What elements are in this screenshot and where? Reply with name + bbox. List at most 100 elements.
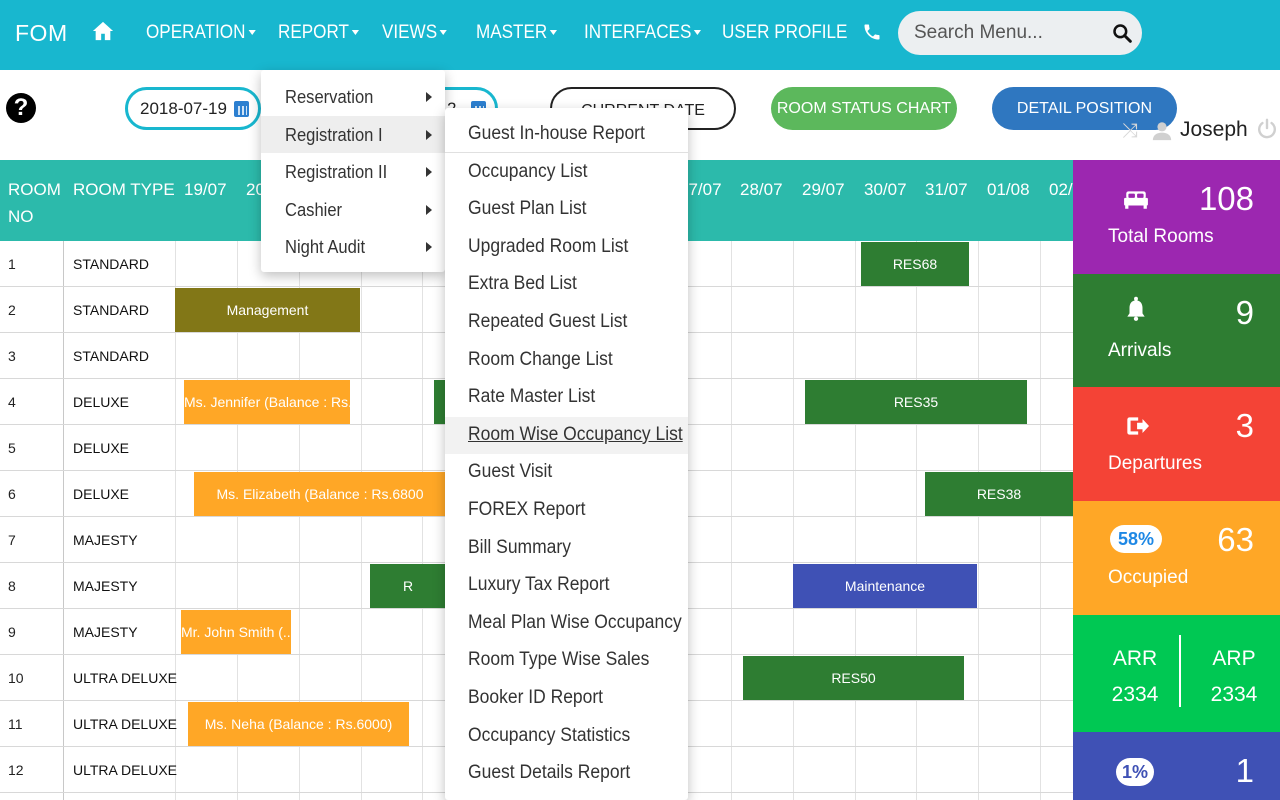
- submenu-item-extra-bed-list[interactable]: Extra Bed List: [445, 266, 688, 303]
- submenu-item-meal-plan-wise-occupancy[interactable]: Meal Plan Wise Occupancy: [445, 605, 688, 642]
- submenu-item-bill-summary[interactable]: Bill Summary: [445, 530, 688, 567]
- bell-icon: [1127, 296, 1145, 321]
- date-header: 31/07: [925, 180, 968, 199]
- stat-departures[interactable]: 3 Departures: [1073, 387, 1280, 501]
- room-number: 1: [8, 256, 16, 272]
- booking-bar[interactable]: Ms. Jennifer (Balance : Rs.3...: [184, 380, 350, 424]
- date-header: 29/07: [802, 180, 845, 199]
- stat-arr-arp[interactable]: ARR 2334 ARP 2334: [1073, 615, 1280, 732]
- submenu-item-room-wise-occupancy-list[interactable]: Room Wise Occupancy List: [445, 416, 688, 454]
- occupied-percent-badge: 58%: [1110, 525, 1162, 553]
- phone-icon[interactable]: [862, 22, 882, 42]
- room-status-chart-button[interactable]: ROOM STATUS CHART: [771, 87, 957, 130]
- booking-bar[interactable]: RES35: [805, 380, 1027, 424]
- submenu-item-guest-visit[interactable]: Guest Visit: [445, 454, 688, 491]
- chevron-right-icon: [426, 242, 432, 252]
- menu-item-registration-i[interactable]: Registration I: [261, 115, 445, 153]
- stat-last[interactable]: 1% 1: [1073, 732, 1280, 800]
- booking-bar[interactable]: Mr. John Smith (...: [181, 610, 291, 654]
- shuffle-icon[interactable]: ⤨: [1122, 120, 1138, 143]
- booking-bar[interactable]: Management: [175, 288, 360, 332]
- booking-bar[interactable]: RES68: [861, 242, 969, 286]
- from-date-field[interactable]: 2018-07-19: [125, 87, 261, 130]
- caret-down-icon: [549, 30, 558, 36]
- user-name[interactable]: Joseph: [1180, 118, 1248, 142]
- submenu-item-label: Room Wise Occupancy List: [468, 423, 683, 445]
- submenu-item-occupancy-list[interactable]: Occupancy List: [445, 154, 688, 191]
- detail-position-button[interactable]: DETAIL POSITION: [992, 87, 1177, 130]
- header-room-type: ROOM TYPE: [73, 180, 175, 199]
- submenu-item-occupancy-statistics[interactable]: Occupancy Statistics: [445, 718, 688, 755]
- room-number: 6: [8, 486, 16, 502]
- room-type: ULTRA DELUXE: [73, 762, 177, 778]
- booking-bar[interactable]: Ms. Elizabeth (Balance : Rs.6800: [194, 472, 446, 516]
- menu-item-registration-ii[interactable]: Registration II: [261, 153, 445, 190]
- home-icon[interactable]: [92, 20, 114, 42]
- nav-views[interactable]: VIEWS: [382, 22, 448, 44]
- divider: [1179, 635, 1181, 707]
- submenu-item-rate-master-list[interactable]: Rate Master List: [445, 379, 688, 416]
- caret-down-icon: [694, 30, 702, 36]
- search-input[interactable]: [914, 20, 1104, 46]
- stat-arrivals[interactable]: 9 Arrivals: [1073, 274, 1280, 387]
- submenu-item-label: Repeated Guest List: [468, 311, 628, 332]
- submenu-item-label: Guest Visit: [468, 461, 553, 483]
- menu-item-label: Registration II: [285, 162, 388, 182]
- submenu-item-guest-in-house-report[interactable]: Guest In-house Report: [445, 116, 688, 153]
- submenu-item-luxury-tax-report[interactable]: Luxury Tax Report: [445, 567, 688, 604]
- submenu-item-repeated-guest-list[interactable]: Repeated Guest List: [445, 304, 688, 341]
- room-type: ULTRA DELUXE: [73, 670, 177, 686]
- nav-master[interactable]: MASTER: [476, 22, 558, 44]
- room-number: 9: [8, 624, 16, 640]
- submenu-item-guest-plan-list[interactable]: Guest Plan List: [445, 191, 688, 228]
- registration-submenu: Guest In-house Report Occupancy List Guest…: [445, 108, 688, 800]
- search-icon[interactable]: [1112, 23, 1132, 43]
- brand-logo[interactable]: FOM: [15, 20, 68, 47]
- booking-bar[interactable]: R: [370, 564, 446, 608]
- menu-item-label: Registration I: [285, 124, 383, 145]
- submenu-item-room-change-list[interactable]: Room Change List: [445, 342, 688, 379]
- submenu-item-booker-id-report[interactable]: Booker ID Report: [445, 680, 688, 717]
- booking-bar[interactable]: Ms. Neha (Balance : Rs.6000): [188, 702, 409, 746]
- menu-item-label: Cashier: [285, 199, 343, 220]
- help-icon[interactable]: ?: [6, 93, 36, 123]
- menu-item-night-audit[interactable]: Night Audit: [261, 228, 445, 265]
- date-header: 19/07: [184, 180, 227, 199]
- nav-operation[interactable]: OPERATION: [146, 22, 256, 44]
- submenu-item-upgraded-room-list[interactable]: Upgraded Room List: [445, 229, 688, 266]
- submenu-item-label: Guest Plan List: [468, 198, 587, 220]
- submenu-item-room-type-wise-sales[interactable]: Room Type Wise Sales: [445, 642, 688, 679]
- room-type: STANDARD: [73, 348, 149, 364]
- menu-item-cashier[interactable]: Cashier: [261, 191, 445, 228]
- room-number: 4: [8, 394, 16, 410]
- submenu-item-label: Luxury Tax Report: [468, 574, 610, 596]
- room-type: DELUXE: [73, 394, 130, 410]
- stat-total-rooms[interactable]: 108 Total Rooms: [1073, 160, 1280, 274]
- booking-bar[interactable]: RES38: [925, 472, 1073, 516]
- date-header: 28/07: [740, 180, 783, 199]
- date-header: 02/08: [1049, 180, 1073, 199]
- room-number: 5: [8, 440, 16, 456]
- date-header: 01/08: [987, 180, 1030, 199]
- submenu-item-guest-details-report[interactable]: Guest Details Report: [445, 755, 688, 792]
- search-box: [898, 11, 1142, 55]
- booking-bar[interactable]: Maintenance: [793, 564, 977, 608]
- header-room-no: ROOM NO: [8, 180, 61, 226]
- calendar-icon[interactable]: [234, 101, 249, 117]
- submenu-item-label: Rate Master List: [468, 386, 596, 408]
- nav-interfaces[interactable]: INTERFACES: [584, 22, 702, 44]
- nav-report[interactable]: REPORT: [278, 22, 359, 44]
- booking-bar[interactable]: RES50: [743, 656, 964, 700]
- submenu-item-label: Guest Details Report: [468, 762, 631, 784]
- menu-item-reservation[interactable]: Reservation: [261, 78, 445, 115]
- submenu-item-label: Guest In-house Report: [468, 123, 645, 144]
- submenu-item-label: Booker ID Report: [468, 687, 604, 708]
- chevron-right-icon: [426, 204, 432, 215]
- room-type: ULTRA DELUXE: [73, 716, 177, 732]
- menu-item-label: Reservation: [285, 87, 374, 107]
- submenu-item-forex-report[interactable]: FOREX Report: [445, 492, 688, 529]
- nav-user-profile[interactable]: USER PROFILE: [722, 22, 847, 44]
- power-icon[interactable]: [1256, 118, 1278, 140]
- caret-down-icon: [351, 30, 359, 36]
- stat-occupied[interactable]: 58% 63 Occupied: [1073, 501, 1280, 615]
